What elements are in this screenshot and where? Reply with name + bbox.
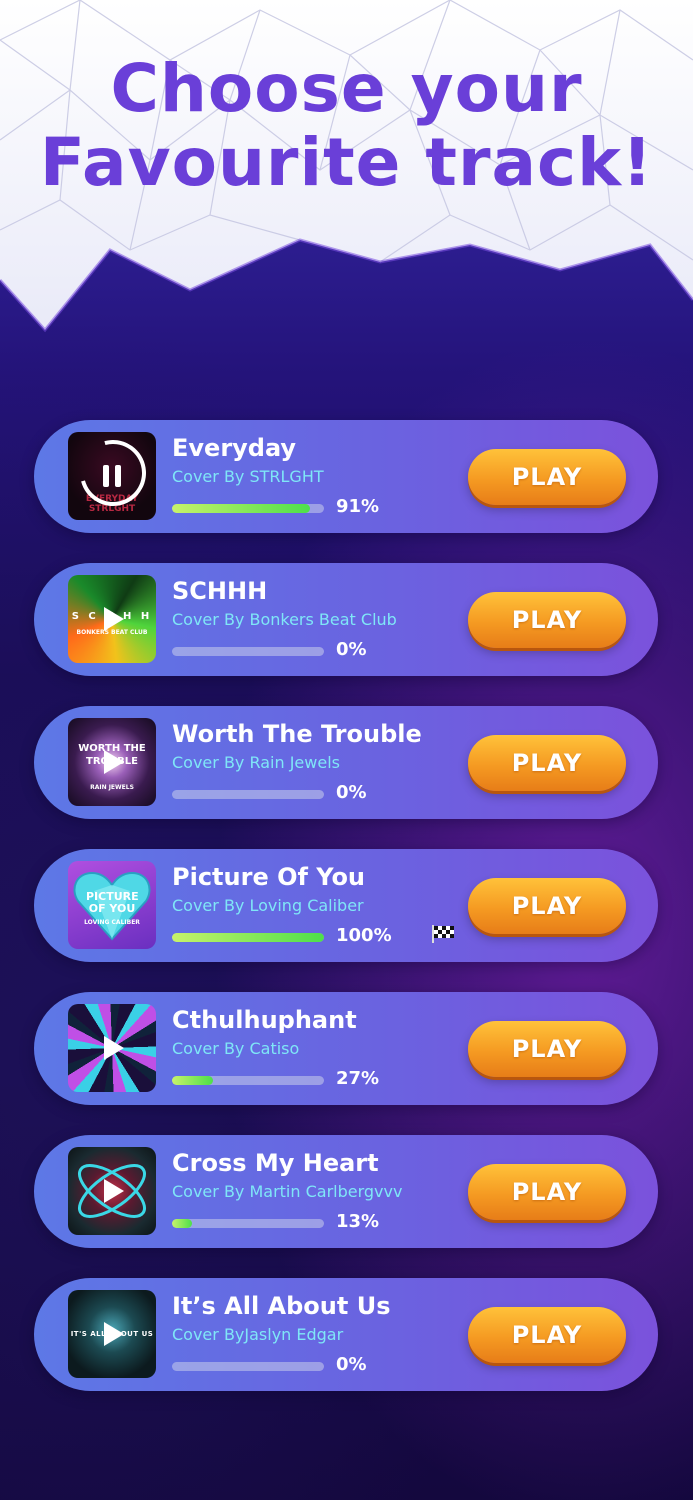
track-subtitle: Cover By Loving Caliber [172,896,364,915]
track-card-worth-the-trouble: WORTH THE TROUBLE RAIN JEWELS Worth The … [34,706,658,819]
progress-percent: 13% [336,1211,380,1232]
page-title: Choose your Favourite track! [0,52,693,200]
progress-bar [172,504,324,513]
track-title: Cross My Heart [172,1149,379,1177]
track-card-its-all-about-us: IT'S ALL ABOUT US It’s All About Us Cove… [34,1278,658,1391]
track-subtitle: Cover ByJaslyn Edgar [172,1325,344,1344]
progress-percent: 91% [336,496,380,517]
track-card-everyday: EVERYDAY STRLGHT Everyday Cover By STRLG… [34,420,658,533]
track-title: Worth The Trouble [172,720,422,748]
cover-art-schhh[interactable]: S C H H H BONKERS BEAT CLUB [68,575,156,663]
progress-bar [172,933,324,942]
progress-percent: 100% [336,925,392,946]
track-subtitle: Cover By Rain Jewels [172,753,340,772]
track-card-schhh: S C H H H BONKERS BEAT CLUB SCHHH Cover … [34,563,658,676]
play-icon [104,1179,124,1203]
play-button[interactable]: PLAY [468,1307,626,1363]
progress-bar-fill [172,1219,192,1228]
progress-percent: 0% [336,782,367,803]
track-card-cthulhuphant: Cthulhuphant Cover By Catiso 27% PLAY [34,992,658,1105]
track-subtitle: Cover By Catiso [172,1039,300,1058]
checkered-flag-icon [432,925,454,943]
play-button[interactable]: PLAY [468,449,626,505]
page-title-line1: Choose your [110,50,583,127]
play-icon [104,607,124,631]
cover-art-subtext: RAIN JEWELS [90,784,134,791]
track-subtitle: Cover By STRLGHT [172,467,324,486]
track-title: Everyday [172,434,297,462]
track-title: Picture Of You [172,863,366,891]
track-title: SCHHH [172,577,268,605]
progress-bar [172,1362,324,1371]
cover-art-cross-my-heart[interactable] [68,1147,156,1235]
play-icon [104,750,124,774]
play-button[interactable]: PLAY [468,592,626,648]
cover-art-its-all-about-us[interactable]: IT'S ALL ABOUT US [68,1290,156,1378]
play-button[interactable]: PLAY [468,735,626,791]
cover-art-everyday[interactable]: EVERYDAY STRLGHT [68,432,156,520]
progress-bar-fill [172,933,324,942]
track-card-cross-my-heart: Cross My Heart Cover By Martin Carlbergv… [34,1135,658,1248]
progress-bar-fill [172,1076,214,1085]
cover-art-text: PICTURE OF YOU [86,890,139,915]
cover-art-subtext: LOVING CALIBER [84,919,140,926]
play-button[interactable]: PLAY [468,1164,626,1220]
progress-bar [172,1076,324,1085]
play-icon [104,1322,124,1346]
progress-bar-fill [172,504,311,513]
progress-percent: 0% [336,639,367,660]
track-subtitle: Cover By Martin Carlbergvvv [172,1182,403,1201]
play-button[interactable]: PLAY [468,878,626,934]
progress-bar [172,790,324,799]
track-title: Cthulhuphant [172,1006,357,1034]
cover-art-worth-the-trouble[interactable]: WORTH THE TROUBLE RAIN JEWELS [68,718,156,806]
track-card-picture-of-you: PICTURE OF YOU LOVING CALIBER Picture Of… [34,849,658,962]
progress-bar [172,1219,324,1228]
progress-percent: 27% [336,1068,380,1089]
progress-bar [172,647,324,656]
play-icon [104,1036,124,1060]
track-list: EVERYDAY STRLGHT Everyday Cover By STRLG… [34,420,658,1421]
track-subtitle: Cover By Bonkers Beat Club [172,610,397,629]
pause-icon [101,465,123,487]
track-title: It’s All About Us [172,1292,391,1320]
cover-art-picture-of-you[interactable]: PICTURE OF YOU LOVING CALIBER [68,861,156,949]
cover-art-cthulhuphant[interactable] [68,1004,156,1092]
page-title-line2: Favourite track! [39,124,654,201]
play-button[interactable]: PLAY [468,1021,626,1077]
progress-percent: 0% [336,1354,367,1375]
